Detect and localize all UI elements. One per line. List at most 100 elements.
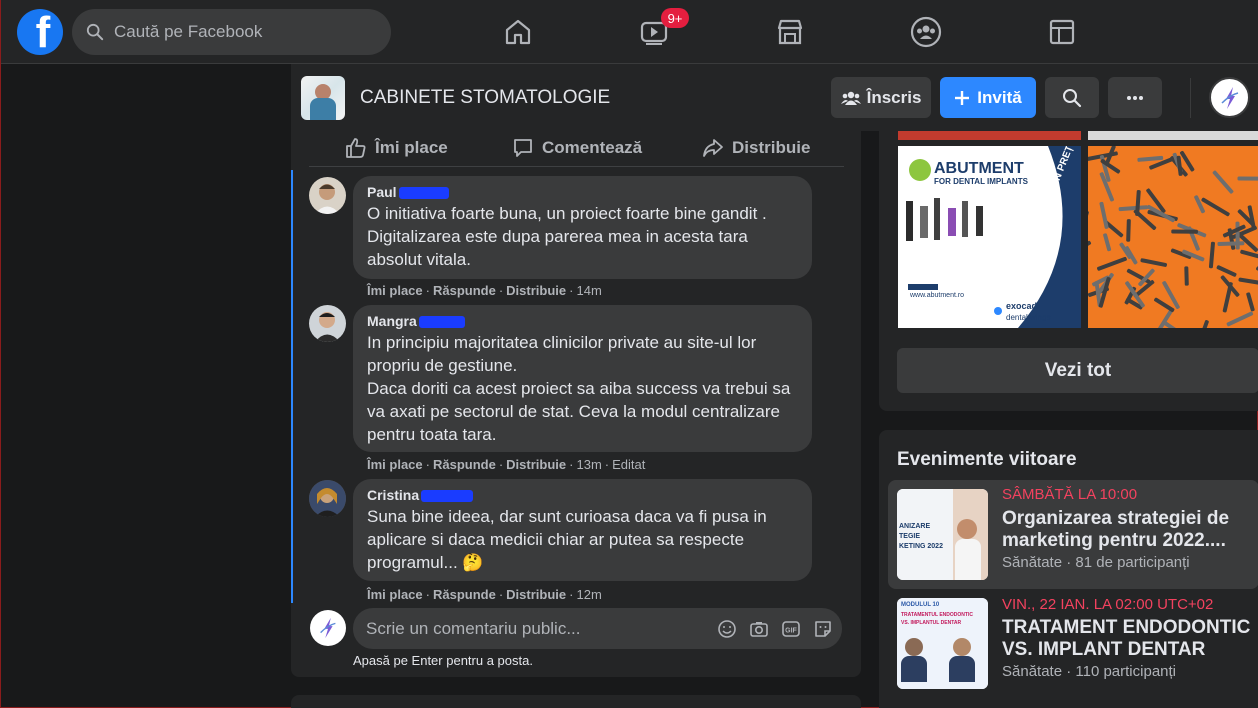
invite-button[interactable]: Invită bbox=[940, 77, 1036, 118]
event-title[interactable]: Organizarea strategiei de marketing pentr… bbox=[1002, 508, 1252, 552]
gif-icon[interactable]: GIF bbox=[781, 619, 801, 639]
event-title-line: marketing pentru 2022.... bbox=[1002, 530, 1226, 551]
commenter-avatar[interactable] bbox=[309, 177, 346, 214]
ad-brand: dental wings bbox=[1006, 313, 1051, 322]
implant-pin bbox=[1208, 241, 1215, 269]
comment-thread-line bbox=[291, 170, 293, 603]
comment-line: Digitalizarea este dupa parerea mea in a… bbox=[367, 227, 748, 246]
thumbs-up-icon bbox=[346, 138, 366, 158]
my-avatar[interactable] bbox=[310, 610, 346, 646]
marketplace-icon bbox=[777, 19, 803, 45]
gaming-icon bbox=[1049, 19, 1075, 45]
next-post-card bbox=[291, 695, 861, 708]
event-title-line: TRATAMENT ENDODONTIC bbox=[1002, 617, 1251, 638]
comment-button[interactable]: Comentează bbox=[512, 131, 642, 165]
home-nav-button[interactable] bbox=[498, 12, 538, 52]
share-button[interactable]: Distribuie bbox=[702, 131, 810, 165]
post-action-bar: Îmi place Comentează Distribuie bbox=[309, 131, 844, 167]
redacted-surname bbox=[421, 489, 474, 502]
comment-reply-link[interactable]: Răspunde bbox=[433, 587, 496, 602]
group-title[interactable]: CABINETE STOMATOLOGIE bbox=[360, 87, 610, 109]
search-icon bbox=[1063, 88, 1082, 107]
comment-line: absolut vitala. bbox=[367, 250, 471, 269]
comment-bubble: Paul O initiativa foarte buna, un proiec… bbox=[353, 176, 812, 279]
comment-like-link[interactable]: Îmi place bbox=[367, 283, 423, 298]
thumb-text: ANIZARE bbox=[899, 523, 931, 530]
profile-avatar[interactable] bbox=[1209, 77, 1250, 118]
thumb-text: KETING 2022 bbox=[899, 543, 943, 550]
event-subtitle: Sănătate · 110 participanți bbox=[1002, 663, 1177, 680]
comment-like-link[interactable]: Îmi place bbox=[367, 457, 423, 472]
person-photo-icon bbox=[315, 184, 340, 214]
implant-pin bbox=[1237, 176, 1258, 181]
joined-button[interactable]: Înscris bbox=[831, 77, 931, 118]
commenter-avatar[interactable] bbox=[309, 305, 346, 342]
commenter-name[interactable]: Paul bbox=[367, 184, 397, 200]
see-all-button[interactable]: Vezi tot bbox=[897, 348, 1258, 393]
comment-meta: Îmi place · Răspunde · Distribuie · 12m bbox=[367, 587, 602, 602]
gaming-nav-button[interactable] bbox=[1042, 12, 1082, 52]
ad-url: www.abutment.ro bbox=[910, 292, 965, 299]
comment-time[interactable]: 12m bbox=[576, 587, 601, 602]
comment-reply-link[interactable]: Răspunde bbox=[433, 283, 496, 298]
event-title[interactable]: TRATAMENT ENDODONTIC VS. IMPLANT DENTAR bbox=[1002, 617, 1252, 661]
commenter-avatar[interactable] bbox=[309, 480, 346, 517]
like-button[interactable]: Îmi place bbox=[345, 131, 448, 165]
svg-text:GIF: GIF bbox=[785, 628, 797, 635]
watch-notification-badge: 9+ bbox=[661, 8, 689, 28]
commenter-name[interactable]: Mangra bbox=[367, 313, 417, 329]
person-photo-icon bbox=[309, 480, 346, 517]
facebook-logo[interactable]: f bbox=[17, 9, 63, 55]
event-title-line: VS. IMPLANT DENTAR bbox=[1002, 639, 1206, 660]
invite-label: Invită bbox=[977, 87, 1022, 107]
implants-photo[interactable] bbox=[1088, 146, 1258, 328]
implant-pin bbox=[1103, 233, 1112, 252]
thumb-text: TRATAMENTUL ENDODONTIC bbox=[901, 612, 973, 618]
emoji-icon[interactable] bbox=[717, 619, 737, 639]
comment-like-link[interactable]: Îmi place bbox=[367, 587, 423, 602]
comment-line: aplicare si daca medicii chiar ar putea … bbox=[367, 530, 745, 549]
implant-pin bbox=[1216, 265, 1237, 277]
comment-time[interactable]: 14m bbox=[576, 283, 601, 298]
search-input[interactable] bbox=[114, 22, 364, 42]
search-icon bbox=[86, 23, 104, 41]
implant-pin bbox=[1088, 240, 1092, 259]
more-options-button[interactable] bbox=[1108, 77, 1162, 118]
search-bar[interactable] bbox=[72, 9, 391, 55]
comment-share-link[interactable]: Distribuie bbox=[506, 283, 566, 298]
implant-pin bbox=[1198, 320, 1209, 328]
implant-pin bbox=[1201, 197, 1230, 217]
comment-share-link[interactable]: Distribuie bbox=[506, 457, 566, 472]
share-icon bbox=[703, 139, 723, 157]
comment-share-link[interactable]: Distribuie bbox=[506, 587, 566, 602]
implant-pin bbox=[1217, 241, 1245, 247]
person-photo-icon bbox=[315, 312, 340, 342]
ad-brand: exocad bbox=[1006, 301, 1038, 311]
header-divider bbox=[1190, 78, 1191, 118]
redacted-surname bbox=[398, 186, 449, 199]
camera-icon[interactable] bbox=[749, 619, 769, 639]
groups-nav-button[interactable] bbox=[906, 12, 946, 52]
comment-line: programul... 🤔 bbox=[367, 553, 484, 572]
event-thumbnail[interactable]: MODULUL 10 TRATAMENTUL ENDODONTIC VS. IM… bbox=[897, 598, 988, 689]
group-avatar[interactable] bbox=[301, 76, 345, 120]
event-subtitle: Sănătate · 81 de participanți bbox=[1002, 554, 1190, 571]
photo-thumbnail[interactable] bbox=[1088, 131, 1258, 140]
marketplace-nav-button[interactable] bbox=[770, 12, 810, 52]
sticker-icon[interactable] bbox=[813, 619, 833, 639]
event-title-line: Organizarea strategiei de bbox=[1002, 508, 1230, 529]
ad-heading: ABUTMENT bbox=[934, 160, 1024, 177]
group-search-button[interactable] bbox=[1045, 77, 1099, 118]
like-label: Îmi place bbox=[375, 138, 448, 157]
thumb-text: VS. IMPLANTUL DENTAR bbox=[901, 620, 962, 626]
photo-thumbnail[interactable] bbox=[898, 131, 1081, 140]
comment-time[interactable]: 13m bbox=[576, 457, 601, 472]
implant-pin bbox=[1126, 219, 1131, 242]
implant-pin bbox=[1099, 201, 1109, 229]
comment-input[interactable] bbox=[366, 618, 706, 639]
event-thumbnail[interactable]: ANIZARE TEGIE KETING 2022 bbox=[897, 489, 988, 580]
abutment-photo[interactable]: ABUTMENT FOR DENTAL IMPLANTS CEL MAI BUN… bbox=[898, 146, 1081, 328]
comment-reply-link[interactable]: Răspunde bbox=[433, 457, 496, 472]
ad-subheading: FOR DENTAL IMPLANTS bbox=[934, 177, 1028, 186]
commenter-name[interactable]: Cristina bbox=[367, 487, 419, 503]
